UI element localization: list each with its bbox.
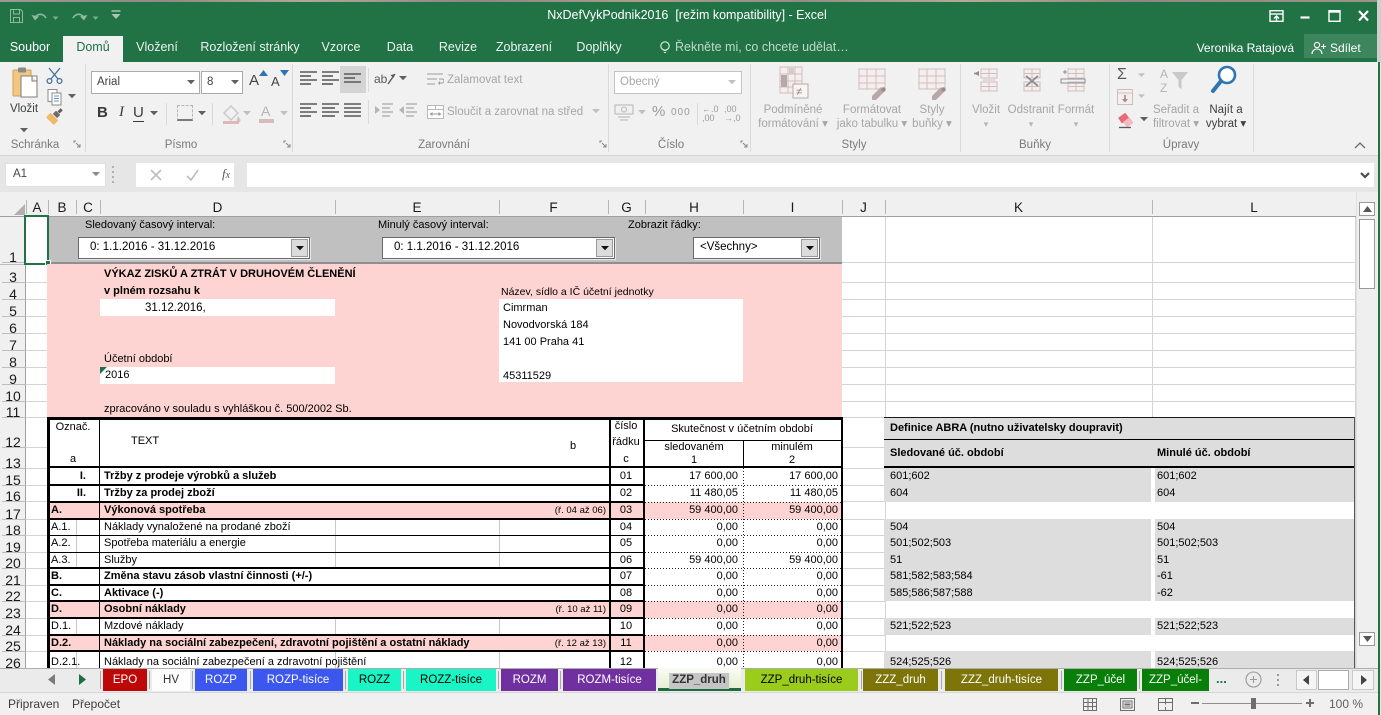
svg-text:Z: Z [1160,81,1167,95]
svg-text:≠: ≠ [796,86,802,98]
svg-text:A: A [1160,67,1168,81]
svg-text:ab: ab [374,72,388,86]
